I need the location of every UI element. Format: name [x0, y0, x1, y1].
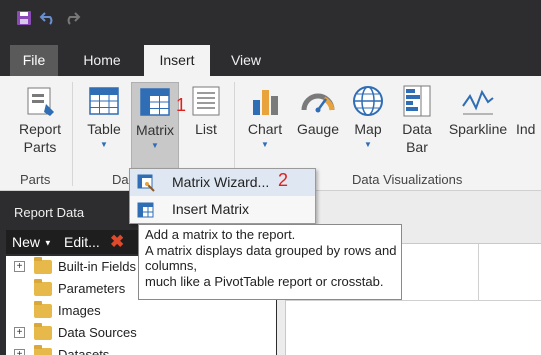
list-button[interactable]: List: [184, 82, 228, 170]
tab-file[interactable]: File: [10, 45, 58, 76]
tooltip-line: Add a matrix to the report.: [145, 227, 296, 242]
indicator-button[interactable]: Ind: [516, 82, 541, 170]
folder-icon: [34, 279, 52, 296]
indicator-label: Ind: [516, 121, 536, 137]
new-label: New: [12, 234, 41, 250]
step-marker-2: 2: [278, 170, 289, 190]
group-label-data-regions: Da: [112, 172, 129, 187]
gauge-icon: [301, 93, 335, 113]
ribbon-tabs: File Home Insert View: [0, 45, 541, 76]
tree-item-images[interactable]: Images: [6, 300, 276, 322]
table-label: Table: [87, 121, 121, 137]
data-bar-icon: [403, 85, 431, 117]
group-label-parts: Parts: [20, 172, 51, 187]
grid-divider: [478, 244, 479, 300]
matrix-wizard-icon: [137, 174, 155, 192]
table-button[interactable]: Table ▼: [80, 82, 128, 170]
chart-label: Chart: [247, 121, 283, 137]
expand-icon[interactable]: +: [14, 327, 25, 338]
redo-icon[interactable]: [62, 8, 82, 28]
chevron-down-icon: ▼: [261, 140, 269, 149]
chevron-down-icon: ▼: [43, 238, 52, 248]
tab-insert[interactable]: Insert: [144, 45, 210, 76]
tab-view[interactable]: View: [218, 45, 274, 76]
expand-icon[interactable]: +: [14, 349, 25, 355]
save-icon[interactable]: [14, 8, 34, 28]
tree-item-datasets[interactable]: + Datasets: [6, 344, 276, 355]
report-parts-button[interactable]: Report Parts: [12, 82, 68, 170]
data-bar-button[interactable]: Data Bar: [396, 82, 438, 170]
matrix-button[interactable]: Matrix ▼: [131, 82, 179, 170]
group-label-data-visualizations: Data Visualizations: [352, 172, 463, 187]
tooltip-line: A matrix displays data grouped by rows a…: [145, 242, 397, 258]
list-label: List: [195, 121, 217, 137]
folder-icon: [34, 257, 52, 274]
matrix-tooltip: Add a matrix to the report. A matrix dis…: [138, 224, 402, 300]
tooltip-line: much like a PivotTable report or crossta…: [145, 273, 384, 289]
insert-matrix-icon: [137, 202, 154, 218]
menu-item-insert-matrix[interactable]: Insert Matrix: [130, 196, 315, 223]
chevron-down-icon: ▼: [100, 140, 108, 149]
quick-access-toolbar: [0, 0, 541, 38]
report-parts-icon: [27, 87, 54, 116]
report-parts-label-1: Report: [18, 121, 62, 137]
map-label: Map: [354, 121, 382, 137]
new-button[interactable]: New ▼: [12, 230, 52, 254]
folder-icon: [34, 323, 52, 340]
tab-home[interactable]: Home: [72, 45, 132, 76]
matrix-icon: [140, 88, 170, 116]
chevron-down-icon: ▼: [364, 140, 372, 149]
delete-icon[interactable]: ✖: [110, 230, 124, 254]
tree-item-data-sources[interactable]: + Data Sources: [6, 322, 276, 344]
tooltip-line: columns,: [145, 258, 198, 273]
separator: [72, 82, 73, 186]
map-button[interactable]: Map ▼: [346, 82, 390, 170]
folder-icon: [34, 301, 52, 318]
expand-icon[interactable]: +: [14, 261, 25, 272]
data-bar-label-2: Bar: [406, 139, 428, 155]
chart-button[interactable]: Chart ▼: [242, 82, 288, 170]
chart-icon: [253, 90, 278, 115]
gauge-button[interactable]: Gauge: [294, 82, 342, 170]
folder-icon: [34, 345, 52, 355]
sparkline-button[interactable]: Sparkline: [445, 82, 511, 170]
gauge-label: Gauge: [296, 121, 340, 137]
undo-icon[interactable]: [38, 8, 58, 28]
list-icon: [192, 86, 220, 116]
table-icon: [89, 87, 119, 115]
map-icon: [353, 86, 383, 116]
sparkline-icon: [462, 89, 494, 115]
grid-divider: [286, 300, 541, 301]
edit-button[interactable]: Edit...: [64, 230, 100, 254]
matrix-label: Matrix: [135, 122, 175, 138]
report-parts-label-2: Parts: [23, 139, 57, 155]
data-bar-label-1: Data: [402, 121, 432, 137]
chevron-down-icon: ▼: [151, 141, 159, 150]
sparkline-label: Sparkline: [448, 121, 508, 137]
indicator-icon: [516, 82, 541, 120]
